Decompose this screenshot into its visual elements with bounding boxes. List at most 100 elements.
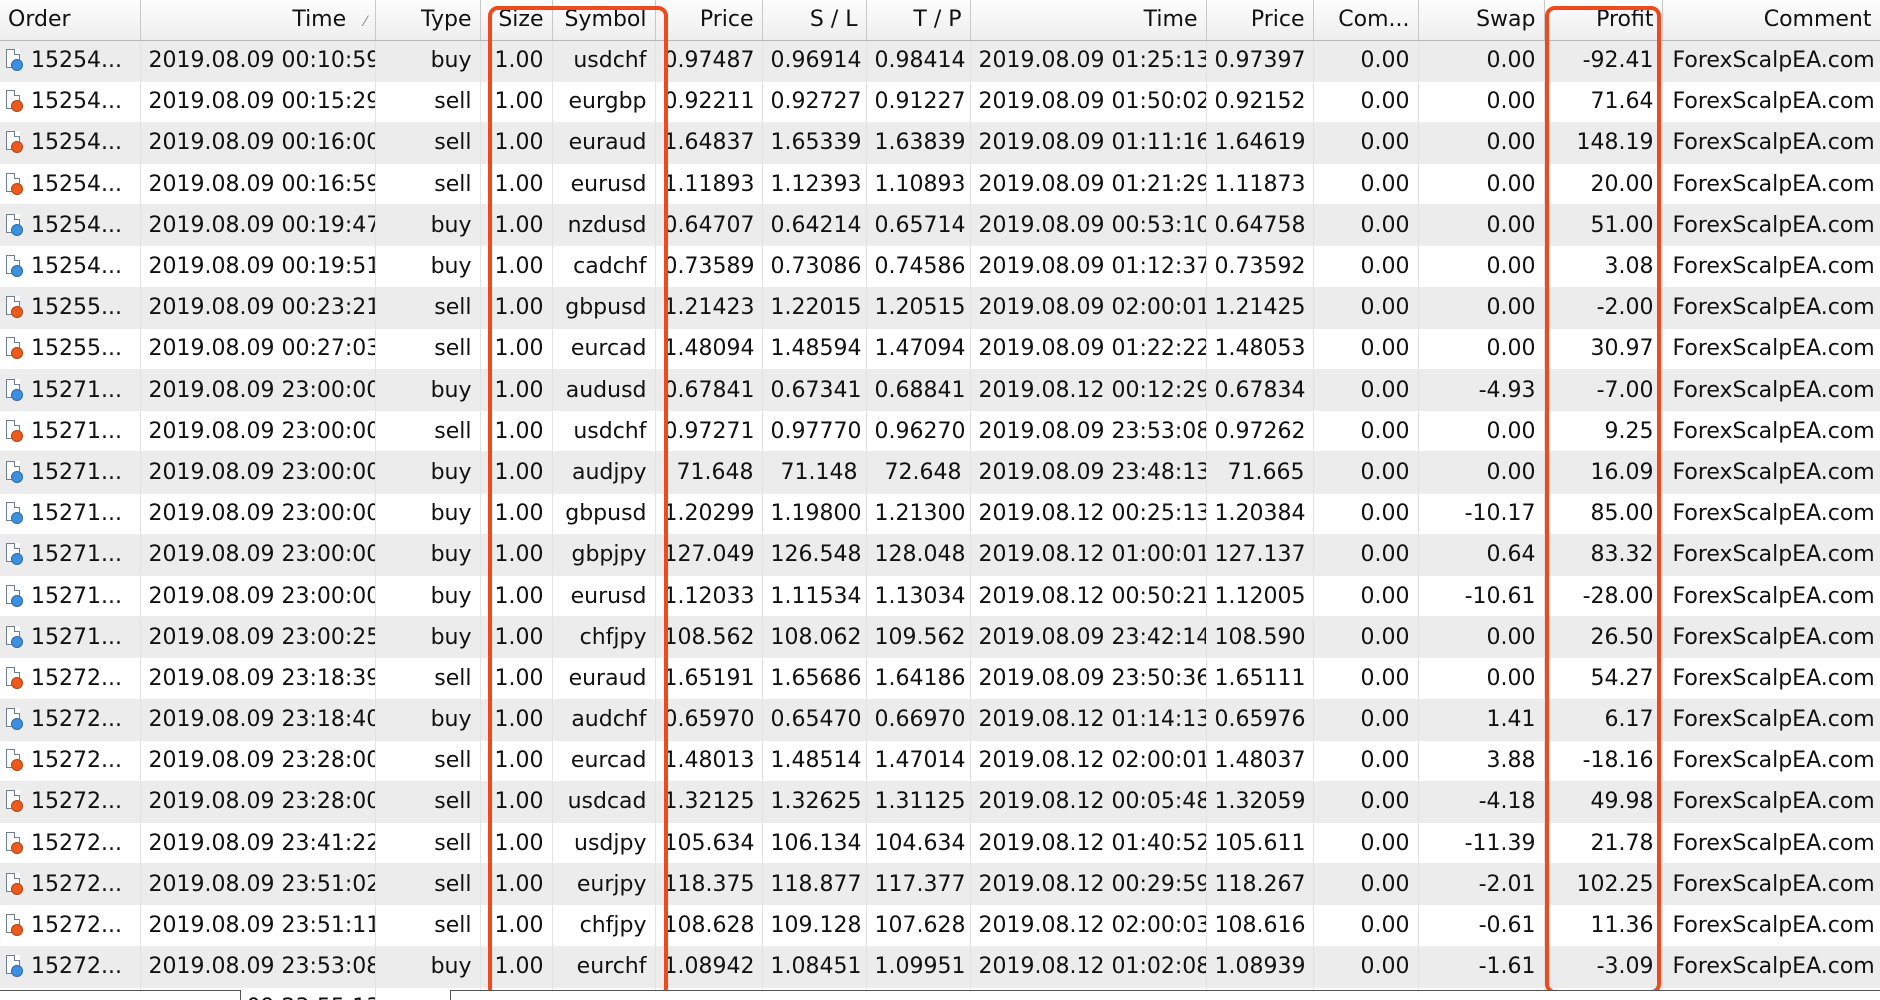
column-header-time[interactable]: Time ⁄ [140, 0, 376, 41]
column-header-type[interactable]: Type [375, 0, 481, 41]
time-cell: 2019.08.09 00:19:51 [140, 245, 376, 288]
column-header-swap[interactable]: Swap [1418, 0, 1545, 41]
open-price-cell: 118.375 [655, 863, 763, 906]
time-cell: 2019.08.09 23:00:00 [140, 534, 376, 576]
column-header-close-price[interactable]: Price [1206, 0, 1314, 41]
table-row[interactable]: 15272... 2019.08.09 23:28:00 sell 1.00 eurca… [0, 740, 1880, 782]
table-row[interactable]: 15272... 2019.08.09 23:18:39 sell 1.00 eurau… [0, 657, 1880, 700]
swap-cell: -1.61 [1418, 946, 1545, 988]
order-number: 15254... [31, 130, 122, 156]
commission-cell: 0.00 [1313, 451, 1419, 494]
order-cell: 15271... [0, 575, 141, 618]
order-cell: 15272... [0, 657, 141, 700]
column-header-size[interactable]: Size [480, 0, 553, 41]
order-cell: 15271... [0, 451, 141, 494]
column-header-close-time[interactable]: Time [970, 0, 1207, 41]
type-cell: buy [375, 204, 481, 247]
table-row[interactable]: 15271... 2019.08.09 23:00:25 buy 1.00 chfjpy… [0, 616, 1880, 659]
column-header-commission[interactable]: Com... [1313, 0, 1419, 41]
size-cell: 1.00 [480, 863, 553, 906]
table-row[interactable]: 15271... 2019.08.09 23:00:00 buy 1.00 audusd… [0, 369, 1880, 412]
order-number: 15255... [31, 295, 122, 321]
profit-cell: 83.32 [1544, 534, 1663, 576]
take-profit-cell: 0.66970 [866, 699, 971, 741]
table-row[interactable]: 15271... 2019.08.09 23:00:00 buy 1.00 gbpjpy… [0, 534, 1880, 576]
ticket-status-dot [11, 553, 23, 566]
table-row[interactable]: 15254... 2019.08.09 00:16:59 sell 1.00 eurus… [0, 163, 1880, 206]
commission-cell: 0.00 [1313, 575, 1419, 618]
symbol-cell: euraud [552, 122, 656, 165]
table-row[interactable]: 15254... 2019.08.09 00:15:29 sell 1.00 eurgb… [0, 81, 1880, 123]
table-row[interactable]: 15271... 2019.08.09 23:00:00 sell 1.00 usdch… [0, 410, 1880, 453]
type-cell: sell [375, 328, 481, 371]
close-price-cell: 1.48053 [1206, 328, 1314, 371]
sell-ticket-icon [6, 914, 23, 937]
table-row[interactable]: 15254... 2019.08.09 00:10:59 buy 1.00 usdchf… [0, 40, 1880, 82]
table-row[interactable]: 15272... 2019.08.09 23:51:11 sell 1.00 chfjp… [0, 904, 1880, 947]
sell-ticket-icon [6, 749, 23, 772]
table-row[interactable]: 15272... 2019.08.09 23:51:02 sell 1.00 eurjp… [0, 863, 1880, 906]
profit-cell: 85.00 [1544, 493, 1663, 535]
table-row[interactable]: 15255... 2019.08.09 00:27:03 sell 1.00 eurca… [0, 328, 1880, 371]
type-cell: sell [375, 163, 481, 206]
table-row[interactable]: 15272... 2019.08.09 23:28:00 sell 1.00 usdca… [0, 781, 1880, 824]
take-profit-cell: 0.65714 [866, 204, 971, 247]
column-header-price[interactable]: Price [655, 0, 763, 41]
time-cell: 2019.08.09 23:28:00 [140, 781, 376, 824]
column-header-profit[interactable]: Profit [1544, 0, 1663, 41]
stop-loss-cell: 1.12393 [762, 163, 867, 206]
order-number: 15272... [31, 789, 122, 815]
table-row[interactable]: 15272... 2019.08.09 23:41:22 sell 1.00 usdjp… [0, 822, 1880, 865]
open-price-cell: 108.628 [655, 904, 763, 947]
swap-cell: -10.17 [1418, 493, 1545, 535]
symbol-cell: gbpusd [552, 287, 656, 329]
open-price-cell: 0.97271 [655, 410, 763, 453]
sort-indicator-icon: ⁄ [364, 14, 367, 31]
column-header-sl[interactable]: S / L [762, 0, 867, 41]
profit-cell: 20.00 [1544, 163, 1663, 206]
column-header-symbol[interactable]: Symbol [552, 0, 656, 41]
column-header-order[interactable]: Order [0, 0, 141, 41]
close-price-cell: 1.21425 [1206, 287, 1314, 329]
column-header-comment[interactable]: Comment [1662, 0, 1880, 41]
type-cell: sell [375, 863, 481, 906]
table-row[interactable]: 15271... 2019.08.09 23:00:00 buy 1.00 eurusd… [0, 575, 1880, 618]
order-cell: 15254... [0, 81, 141, 123]
open-price-cell: 1.32125 [655, 781, 763, 824]
stop-loss-cell: 0.64214 [762, 204, 867, 247]
commission-cell: 0.00 [1313, 740, 1419, 782]
order-number: 15271... [31, 583, 122, 609]
close-time-cell: 2019.08.12 01:40:52 [970, 822, 1207, 865]
stop-loss-cell: 0.73086 [762, 245, 867, 288]
take-profit-cell: 1.64186 [866, 657, 971, 700]
table-row[interactable]: 15254... 2019.08.09 00:19:47 buy 1.00 nzdusd… [0, 204, 1880, 247]
commission-cell: 0.00 [1313, 699, 1419, 741]
symbol-cell: eurjpy [552, 863, 656, 906]
symbol-cell: eurcad [552, 328, 656, 371]
table-row[interactable]: 15254... 2019.08.09 00:19:51 buy 1.00 cadchf… [0, 245, 1880, 288]
profit-cell: 148.19 [1544, 122, 1663, 165]
table-row[interactable]: 15271... 2019.08.09 23:00:00 buy 1.00 gbpusd… [0, 493, 1880, 535]
size-cell: 1.00 [480, 946, 553, 988]
table-row[interactable]: 15271... 2019.08.09 23:00:00 buy 1.00 audjpy… [0, 451, 1880, 494]
table-row[interactable]: 15272... 2019.08.09 23:53:08 buy 1.00 eurchf… [0, 946, 1880, 988]
size-cell: 1.00 [480, 369, 553, 412]
swap-cell: 1.41 [1418, 699, 1545, 741]
commission-cell: 0.00 [1313, 204, 1419, 247]
profit-cell: 71.64 [1544, 81, 1663, 123]
commission-cell: 0.00 [1313, 781, 1419, 824]
open-price-cell: 1.08942 [655, 946, 763, 988]
stop-loss-cell: 0.65470 [762, 699, 867, 741]
type-cell: sell [375, 287, 481, 329]
ticket-status-dot [11, 718, 23, 731]
table-row[interactable]: 15255... 2019.08.09 00:23:21 sell 1.00 gbpus… [0, 287, 1880, 329]
sell-ticket-icon [6, 337, 23, 360]
table-row[interactable]: 15254... 2019.08.09 00:16:00 sell 1.00 eurau… [0, 122, 1880, 165]
table-row[interactable]: 15272... 2019.08.09 23:18:40 buy 1.00 audchf… [0, 699, 1880, 741]
close-time-cell: 2019.08.09 01:12:37 [970, 245, 1207, 288]
column-header-tp[interactable]: T / P [866, 0, 971, 41]
type-cell: buy [375, 699, 481, 741]
close-time-cell: 2019.08.09 02:00:01 [970, 287, 1207, 329]
profit-cell: 9.25 [1544, 410, 1663, 453]
buy-ticket-icon [6, 584, 23, 607]
